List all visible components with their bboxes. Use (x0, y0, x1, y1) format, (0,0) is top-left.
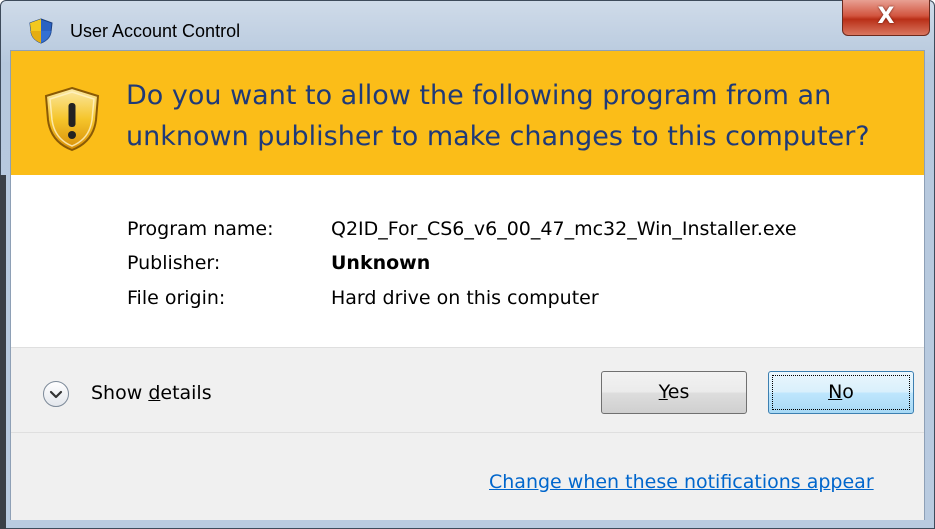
program-name-value: Q2ID_For_CS6_v6_00_47_mc32_Win_Installer… (331, 218, 797, 240)
no-button[interactable]: No (768, 371, 914, 414)
file-origin-value: Hard drive on this computer (331, 287, 599, 309)
yes-label-suffix: es (667, 381, 690, 403)
dialog-body: Do you want to allow the following progr… (10, 50, 925, 520)
notification-settings-link[interactable]: Change when these notifications appear (489, 471, 874, 493)
uac-shield-icon (29, 18, 53, 44)
show-details-suffix: etails (160, 382, 212, 404)
question-banner: Do you want to allow the following progr… (11, 51, 924, 175)
program-name-label: Program name: (127, 218, 274, 240)
file-origin-label: File origin: (127, 287, 226, 309)
window-frame-edge (0, 175, 6, 529)
yes-mnemonic: Y (658, 381, 668, 403)
yes-button[interactable]: Yes (601, 371, 747, 414)
window-title: User Account Control (70, 21, 241, 41)
show-details-prefix: Show (91, 382, 149, 404)
publisher-value: Unknown (331, 252, 431, 274)
show-details-label[interactable]: Show details (91, 382, 212, 404)
uac-question: Do you want to allow the following progr… (126, 80, 870, 152)
close-icon: X (877, 4, 895, 29)
show-details-mnemonic: d (148, 382, 161, 404)
program-details: Program name: Q2ID_For_CS6_v6_00_47_mc32… (11, 175, 924, 347)
close-button[interactable]: X (842, 0, 930, 36)
dialog-footer: Show details Yes No Change when these no… (11, 347, 924, 520)
uac-dialog: User Account Control X Do you want to al… (0, 0, 935, 529)
chevron-down-icon (49, 390, 63, 399)
footer-divider (11, 432, 924, 433)
warning-shield-icon (44, 86, 100, 152)
expand-button[interactable] (43, 381, 69, 407)
publisher-label: Publisher: (127, 252, 221, 274)
focus-rectangle (772, 375, 910, 410)
